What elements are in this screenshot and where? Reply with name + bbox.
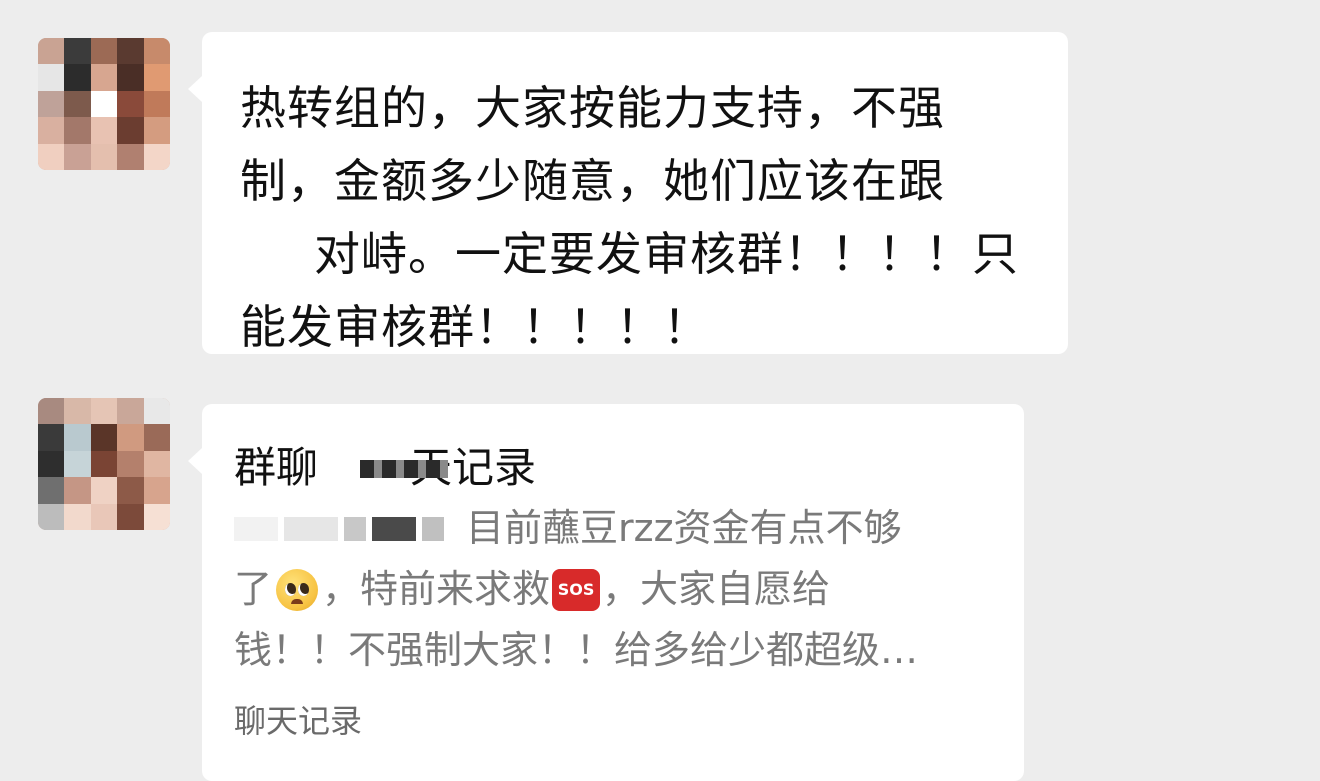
preview-text: 目前蘸豆rzz资金有点不够 (466, 506, 902, 550)
chat-record-card[interactable]: 群聊 天记录 目前蘸豆rzz资金有点不够 了 ，特前来求救 SOS ，大家自愿给… (188, 404, 1024, 781)
chat-record-title: 群聊 天记录 (234, 438, 994, 498)
message-line: 热转组的，大家按能力支持，不强 (240, 81, 945, 135)
preview-text: ，特前来求救 (322, 567, 551, 611)
chat-record-preview-line: 钱！！不强制大家！！给多给少都超级… (234, 628, 919, 672)
sender-avatar[interactable] (38, 398, 170, 530)
preview-text: ，大家自愿给 (602, 567, 831, 611)
message-line-text: 对峙。一定要发审核群！！！！只 (314, 227, 1019, 281)
bubble-tail (188, 76, 202, 102)
redaction-block (240, 229, 312, 280)
chat-record-preview-line: 了 ，特前来求救 SOS ，大家自愿给 (234, 559, 994, 620)
chat-record-preview-line: 目前蘸豆rzz资金有点不够 (234, 498, 994, 559)
chat-record-footer: 聊天记录 (234, 702, 363, 740)
chat-record-title-left: 群聊 (234, 443, 319, 492)
message-line: 对峙。一定要发审核群！！！！只 (240, 218, 1032, 291)
redaction-block (234, 516, 462, 541)
message-bubble-text[interactable]: 热转组的，大家按能力支持，不强 制，金额多少随意，她们应该在跟 对峙。一定要发审… (188, 32, 1068, 354)
message-line: 制，金额多少随意，她们应该在跟 (240, 154, 945, 208)
preview-text: 了 (234, 567, 273, 611)
bubble-tail (188, 448, 202, 474)
sender-avatar[interactable] (38, 38, 170, 170)
pleading-face-icon (276, 568, 319, 611)
sos-icon: SOS (552, 568, 601, 611)
message-line: 能发审核群！！！！！ (240, 300, 710, 354)
redaction-block (360, 460, 448, 478)
